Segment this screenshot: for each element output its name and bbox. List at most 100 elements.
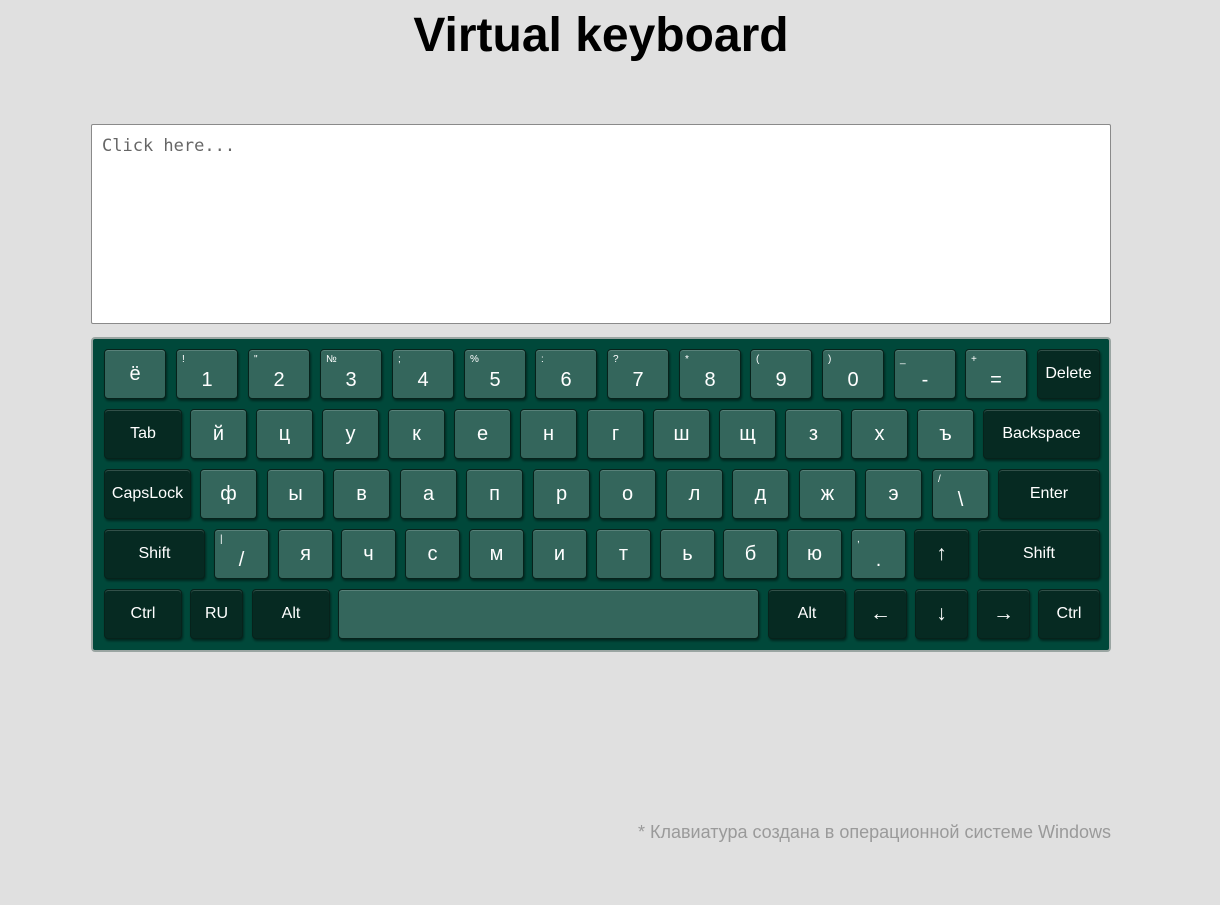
key-g[interactable]: г (587, 409, 644, 459)
key-label: 5 (489, 369, 501, 391)
key-6[interactable]: :6 (535, 349, 597, 399)
key-label: ф (220, 483, 237, 505)
key-slash[interactable]: | / (214, 529, 269, 579)
key-d[interactable]: д (732, 469, 789, 519)
key-n[interactable]: н (520, 409, 577, 459)
key-label: х (874, 423, 885, 445)
key-label: 2 (273, 369, 285, 391)
key-label: р (555, 483, 568, 505)
key-shift-label: * (685, 354, 689, 365)
key-label: к (412, 423, 421, 445)
key-label: Enter (1029, 485, 1069, 502)
key-arrow-right[interactable]: → (977, 589, 1030, 639)
key-label: Alt (281, 605, 301, 622)
key-shift-label: + (971, 354, 977, 365)
key-soft-sign[interactable]: ь (660, 529, 715, 579)
key-v[interactable]: в (333, 469, 390, 519)
key-k[interactable]: к (388, 409, 445, 459)
key-m[interactable]: м (469, 529, 524, 579)
key-delete[interactable]: Delete (1037, 349, 1100, 399)
key-zh[interactable]: ж (799, 469, 856, 519)
key-b[interactable]: б (723, 529, 778, 579)
key-p[interactable]: п (466, 469, 523, 519)
key-o[interactable]: о (599, 469, 656, 519)
key-3[interactable]: № 3 (320, 349, 382, 399)
key-label: э (888, 483, 899, 505)
key-label: 8 (704, 369, 716, 391)
key-2[interactable]: " 2 (248, 349, 310, 399)
key-shift-label: / (938, 474, 941, 485)
key-language[interactable]: RU (190, 589, 243, 639)
key-shift-label: ; (398, 354, 401, 365)
key-ctrl-left[interactable]: Ctrl (104, 589, 182, 639)
key-hard-sign[interactable]: ъ (917, 409, 974, 459)
key-label: й (212, 423, 225, 445)
virtual-keyboard: ё ! 1 " 2 № 3 ; 4 % 5 :6 ? 7 * 8 (9 ) 0 _ - + = De… (91, 337, 1111, 652)
key-backslash[interactable]: / \ (932, 469, 989, 519)
key-a[interactable]: а (400, 469, 457, 519)
key-arrow-up[interactable]: ↑ (914, 529, 969, 579)
key-yery[interactable]: ы (267, 469, 324, 519)
key-label: с (427, 543, 438, 565)
key-7[interactable]: ? 7 (607, 349, 669, 399)
key-shift-right[interactable]: Shift (978, 529, 1100, 579)
key-arrow-down[interactable]: ↓ (915, 589, 968, 639)
key-alt-left[interactable]: Alt (252, 589, 330, 639)
key-ye[interactable]: е (454, 409, 511, 459)
key-capslock[interactable]: CapsLock (104, 469, 191, 519)
key-label: 0 (847, 369, 859, 391)
key-i[interactable]: и (532, 529, 587, 579)
key-label: ы (288, 483, 303, 505)
key-yo[interactable]: ё (104, 349, 166, 399)
key-label: Ctrl (130, 605, 156, 622)
key-l[interactable]: л (666, 469, 723, 519)
key-shch[interactable]: щ (719, 409, 776, 459)
key-equals[interactable]: + = (965, 349, 1027, 399)
key-t[interactable]: т (596, 529, 651, 579)
key-u[interactable]: у (322, 409, 379, 459)
key-ts[interactable]: ц (256, 409, 313, 459)
key-space[interactable] (338, 589, 759, 639)
key-shift-label: ) (828, 354, 832, 365)
key-tab[interactable]: Tab (104, 409, 182, 459)
key-r[interactable]: р (533, 469, 590, 519)
key-backspace[interactable]: Backspace (983, 409, 1100, 459)
key-arrow-left[interactable]: ← (854, 589, 907, 639)
key-kh[interactable]: х (851, 409, 908, 459)
key-f[interactable]: ф (200, 469, 257, 519)
key-label: ё (129, 363, 141, 385)
key-e[interactable]: э (865, 469, 922, 519)
key-1[interactable]: ! 1 (176, 349, 238, 399)
key-label: 9 (775, 369, 787, 391)
key-shift-label: ! (182, 354, 185, 365)
key-shift-label: ( (756, 354, 760, 365)
key-label: 6 (560, 369, 572, 391)
key-shift-left[interactable]: Shift (104, 529, 205, 579)
key-9[interactable]: (9 (750, 349, 812, 399)
key-sh[interactable]: ш (653, 409, 710, 459)
key-label: Alt (797, 605, 817, 622)
key-label: н (542, 423, 555, 445)
key-4[interactable]: ; 4 (392, 349, 454, 399)
key-alt-right[interactable]: Alt (768, 589, 846, 639)
key-label: л (688, 483, 701, 505)
key-minus[interactable]: _ - (894, 349, 956, 399)
key-5[interactable]: % 5 (464, 349, 526, 399)
key-ch[interactable]: ч (341, 529, 396, 579)
key-0[interactable]: ) 0 (822, 349, 884, 399)
key-yu[interactable]: ю (787, 529, 842, 579)
key-ctrl-right[interactable]: Ctrl (1038, 589, 1100, 639)
key-y-short[interactable]: й (190, 409, 247, 459)
key-label: CapsLock (111, 485, 184, 502)
key-ya[interactable]: я (278, 529, 333, 579)
key-period[interactable]: ,. (851, 529, 906, 579)
key-8[interactable]: * 8 (679, 349, 741, 399)
key-label: Ctrl (1056, 605, 1082, 622)
text-input[interactable] (91, 124, 1111, 324)
key-label: п (489, 483, 500, 505)
key-label: о (621, 483, 634, 505)
key-shift-label: % (470, 354, 479, 365)
key-s[interactable]: с (405, 529, 460, 579)
key-enter[interactable]: Enter (998, 469, 1100, 519)
key-z[interactable]: з (785, 409, 842, 459)
